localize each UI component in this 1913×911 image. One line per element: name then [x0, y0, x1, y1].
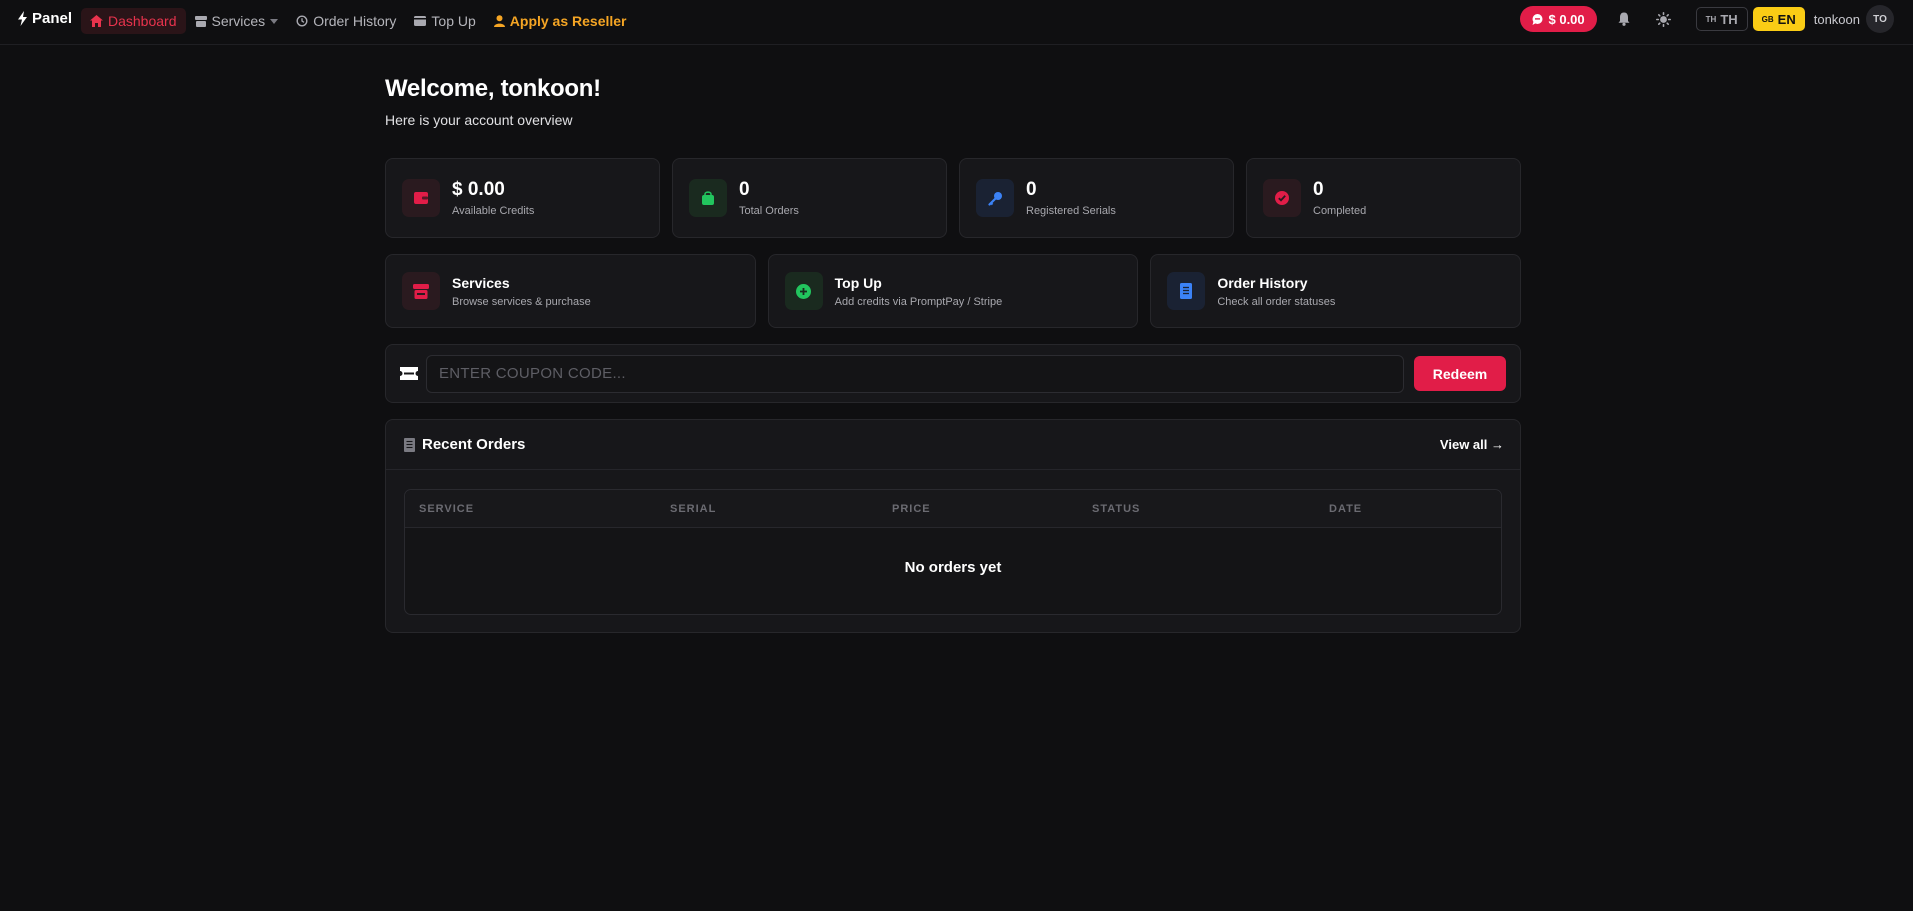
store-icon: [402, 272, 440, 310]
stat-card-completed: 0 Completed: [1246, 158, 1521, 238]
stat-value: $ 0.00: [452, 179, 505, 200]
nav-order-history-label: Order History: [313, 13, 397, 29]
chevron-down-icon: [270, 18, 279, 24]
ticket-icon: [400, 367, 418, 380]
coupon-code-input[interactable]: [426, 354, 1404, 393]
quick-link-desc: Browse services & purchase: [452, 295, 591, 308]
wallet-icon: [402, 179, 440, 217]
dashboard-content: Welcome, tonkoon! Here is your account o…: [385, 75, 1522, 633]
history-icon: [296, 15, 308, 27]
nav-apply-reseller[interactable]: Apply as Reseller: [485, 8, 636, 34]
coupon-panel: Redeem: [385, 344, 1521, 403]
empty-orders-message: No orders yet: [904, 559, 1002, 576]
recent-orders-title-text: Recent Orders: [422, 436, 526, 453]
check-circle-icon: [1263, 179, 1301, 217]
flag-th-code: TH: [1705, 14, 1717, 24]
nav-right: $ 0.00 TH TH GB EN tonkoon TO: [1519, 5, 1894, 33]
language-th-label: TH: [1720, 11, 1738, 27]
quick-link-title: Order History: [1217, 274, 1308, 291]
stat-card-serials: 0 Registered Serials: [959, 158, 1234, 238]
orders-table: SERVICE SERIAL PRICE STATUS DATE No orde…: [404, 489, 1502, 615]
quick-link-title: Services: [452, 274, 510, 291]
stats-row: $ 0.00 Available Credits 0 Total Orders …: [385, 158, 1521, 238]
quick-link-services[interactable]: Services Browse services & purchase: [385, 254, 756, 328]
stat-label: Available Credits: [452, 205, 535, 217]
quick-links-row: Services Browse services & purchase Top …: [385, 254, 1522, 328]
user-icon: [493, 15, 505, 27]
nav-top-up[interactable]: Top Up: [405, 8, 484, 34]
column-header-status[interactable]: STATUS: [1092, 503, 1140, 515]
receipt-icon: [404, 437, 415, 452]
column-header-date[interactable]: DATE: [1329, 503, 1362, 515]
stat-value: 0: [1026, 179, 1037, 200]
recent-orders-title: Recent Orders: [404, 436, 525, 453]
quick-link-top-up[interactable]: Top Up Add credits via PromptPay / Strip…: [767, 254, 1139, 328]
store-icon: [194, 15, 207, 27]
stat-value: 0: [1313, 179, 1324, 200]
bolt-icon: [18, 11, 27, 26]
shopping-bag-icon: [689, 179, 727, 217]
brand-logo[interactable]: Panel: [17, 10, 72, 27]
recent-orders-header: Recent Orders View all →: [386, 420, 1520, 470]
nav-dashboard[interactable]: Dashboard: [81, 8, 186, 34]
quick-link-order-history[interactable]: Order History Check all order statuses: [1150, 254, 1522, 328]
quick-link-desc: Check all order statuses: [1217, 295, 1336, 308]
flag-gb-code: GB: [1761, 14, 1774, 24]
credit-balance-value: $ 0.00: [1548, 11, 1585, 27]
document-icon: [1167, 272, 1206, 310]
credit-balance-pill[interactable]: $ 0.00: [1519, 6, 1597, 32]
column-header-service[interactable]: SERVICE: [419, 503, 474, 515]
sun-icon: [1656, 11, 1672, 27]
redeem-button[interactable]: Redeem: [1414, 356, 1506, 391]
nav-apply-reseller-label: Apply as Reseller: [509, 13, 627, 29]
plus-circle-icon: [784, 272, 823, 310]
stat-card-orders: 0 Total Orders: [672, 158, 947, 238]
page-subtitle: Here is your account overview: [385, 112, 573, 128]
orders-table-header: SERVICE SERIAL PRICE STATUS DATE: [405, 490, 1501, 528]
stat-label: Registered Serials: [1026, 205, 1116, 217]
nav-services-label: Services: [211, 13, 266, 29]
page-title: Welcome, tonkoon!: [385, 75, 601, 102]
avatar[interactable]: TO: [1866, 5, 1894, 33]
quick-link-desc: Add credits via PromptPay / Stripe: [834, 295, 1003, 308]
nav-order-history[interactable]: Order History: [287, 8, 405, 34]
settings-button[interactable]: [1651, 6, 1677, 32]
nav-top-up-label: Top Up: [431, 13, 476, 29]
home-icon: [90, 15, 103, 27]
stat-value: 0: [739, 179, 750, 200]
language-th-button[interactable]: TH TH: [1695, 7, 1748, 31]
language-en-label: EN: [1777, 11, 1796, 27]
key-icon: [976, 179, 1014, 217]
stat-label: Total Orders: [739, 205, 799, 217]
stat-label: Completed: [1313, 205, 1367, 217]
nav-dashboard-label: Dashboard: [108, 13, 177, 29]
view-all-link[interactable]: View all →: [1440, 437, 1504, 452]
username[interactable]: tonkoon: [1814, 12, 1860, 27]
brand-name: Panel: [32, 10, 73, 27]
stat-card-credits: $ 0.00 Available Credits: [385, 158, 660, 238]
recent-orders-panel: Recent Orders View all → SERVICE SERIAL …: [385, 419, 1521, 633]
top-navbar: Panel Dashboard Services Order History T…: [0, 0, 1913, 45]
wallet-icon: [414, 16, 427, 26]
nav-links: Dashboard Services Order History Top Up …: [81, 8, 636, 34]
quick-link-title: Top Up: [834, 274, 882, 291]
column-header-serial[interactable]: SERIAL: [670, 503, 716, 515]
language-en-button[interactable]: GB EN: [1752, 7, 1805, 31]
bell-icon: [1618, 12, 1630, 26]
column-header-price[interactable]: PRICE: [892, 503, 931, 515]
chat-icon: [1532, 13, 1542, 25]
notifications-button[interactable]: [1611, 6, 1637, 32]
nav-services[interactable]: Services: [186, 8, 288, 34]
